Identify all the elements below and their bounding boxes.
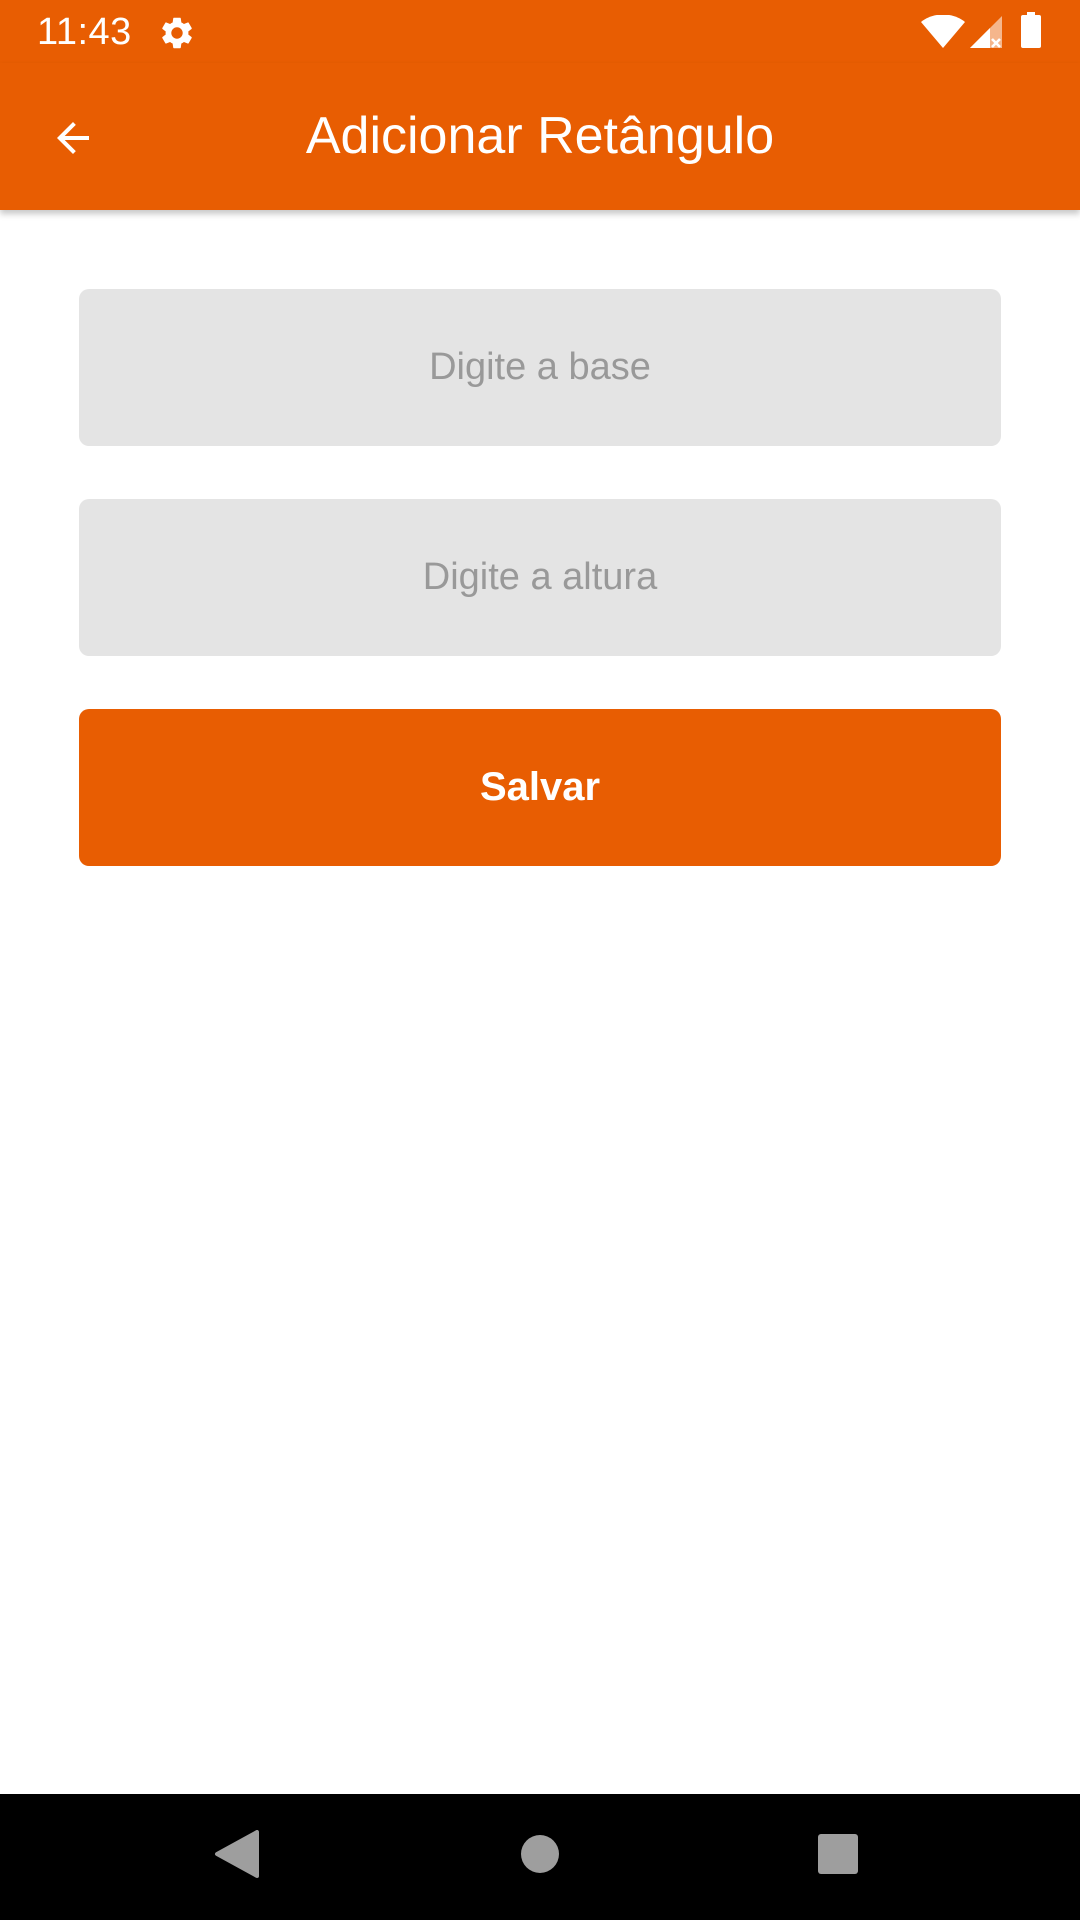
nav-home-icon[interactable]: [520, 1834, 560, 1874]
back-button[interactable]: [30, 95, 116, 181]
status-time: 11:43: [37, 11, 132, 53]
wifi-icon: [921, 15, 965, 48]
app-bar: Adicionar Retângulo: [0, 63, 1080, 210]
rectangle-form: Salvar: [79, 289, 1001, 866]
settings-gear-icon: [162, 17, 192, 49]
save-button[interactable]: Salvar: [79, 709, 1001, 866]
nav-recents-icon[interactable]: [818, 1834, 858, 1874]
navigation-bar: [0, 1794, 1080, 1920]
status-bar: 11:43: [0, 0, 1080, 63]
nav-back-icon[interactable]: [213, 1830, 259, 1878]
height-input[interactable]: [79, 499, 1001, 656]
screen: 11:43 Adicionar Retângulo Salvar: [0, 0, 1080, 1920]
base-input[interactable]: [79, 289, 1001, 446]
battery-full-icon: [1021, 12, 1041, 48]
page-title: Adicionar Retângulo: [305, 107, 775, 165]
arrow-back-icon: [57, 122, 89, 154]
cell-signal-no-data-icon: [970, 16, 1002, 48]
